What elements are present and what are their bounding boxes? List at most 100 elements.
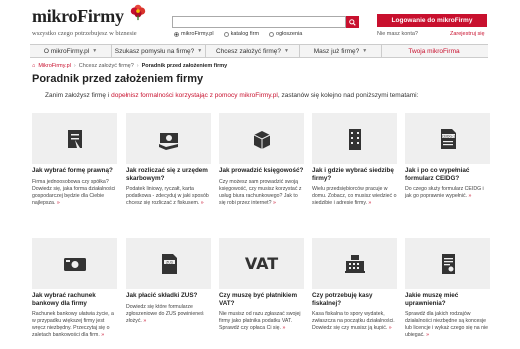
card-vat[interactable]: VAT Czy muszę być płatnikiem VAT? Nie mu… bbox=[219, 238, 304, 332]
card-title[interactable]: Jak płacić składki ZUS? bbox=[126, 292, 211, 300]
card-accounting[interactable]: Jak prowadzić księgowość? Czy możesz sam… bbox=[219, 113, 304, 207]
card-desc: Do czego służy formularz CEIDG i jak go … bbox=[405, 186, 490, 200]
nav-item-have-company[interactable]: Masz już firmę? ▼ bbox=[300, 45, 382, 57]
radio-ogloszenia[interactable]: ogłoszenia bbox=[269, 31, 302, 37]
nav-item-your-company[interactable]: Twoja mikroFirma bbox=[382, 45, 486, 57]
radio-label: katalog firm bbox=[230, 31, 260, 37]
nav-item-start-company[interactable]: Chcesz założyć firmę? ▼ bbox=[206, 45, 300, 57]
money-hand-icon bbox=[158, 132, 178, 150]
home-icon[interactable]: ⌂ bbox=[32, 63, 35, 69]
main-nav: O mikroFirmy.pl ▼ Szukasz pomysłu na firm… bbox=[30, 44, 488, 58]
card-title[interactable]: Jak i po co wypełniać formularz CEIDG? bbox=[405, 167, 490, 182]
card-tile bbox=[32, 113, 117, 164]
card-desc: Podatek liniowy, ryczałt, karta podatkow… bbox=[126, 186, 211, 207]
card-desc-text: Czy możesz sam prowadzić swoją księgowoś… bbox=[219, 178, 302, 206]
breadcrumb-home[interactable]: MikroFirmy.pl bbox=[38, 63, 71, 69]
card-desc-text: Dowiedz się które formularze zgłoszeniow… bbox=[126, 303, 204, 324]
card-tile bbox=[405, 238, 490, 289]
intro-part: Zanim założysz firmę i bbox=[45, 92, 112, 99]
card-tile bbox=[32, 238, 117, 289]
breadcrumb-mid[interactable]: Chcesz założyć firmę? bbox=[79, 63, 134, 69]
card-desc: Wielu przedsiębiorców pracuje w domu. Zo… bbox=[312, 186, 397, 207]
more-link[interactable]: » bbox=[57, 200, 60, 206]
chevron-down-icon: ▼ bbox=[362, 48, 368, 54]
card-title[interactable]: Czy potrzebuję kasy fiskalnej? bbox=[312, 292, 397, 307]
card-company-seat[interactable]: Jak i gdzie wybrać siedzibę firmy? Wielu… bbox=[312, 113, 397, 207]
card-licenses[interactable]: Jakie muszę mieć uprawnienia? Sprawdź dl… bbox=[405, 238, 490, 339]
card-desc-text: Do czego służy formularz CEIDG i jak go … bbox=[405, 186, 484, 199]
card-title[interactable]: Jak wybrać rachunek bankowy dla firmy bbox=[32, 292, 117, 307]
nav-label: O mikroFirmy.pl bbox=[43, 47, 90, 55]
chevron-down-icon: ▼ bbox=[284, 48, 289, 54]
register-link[interactable]: Zarejestruj się bbox=[450, 31, 485, 37]
radio-katalog[interactable]: katalog firm bbox=[223, 31, 260, 37]
card-desc: Sprawdź dla jakich rodzajów działalności… bbox=[405, 311, 490, 339]
license-doc-icon bbox=[441, 253, 455, 274]
card-tile bbox=[126, 113, 211, 164]
search-input[interactable] bbox=[172, 16, 346, 28]
cash-register-icon bbox=[344, 254, 365, 273]
nav-item-about[interactable]: O mikroFirmy.pl ▼ bbox=[30, 45, 112, 57]
card-desc: Kasa fiskalna to spory wydatek, zwłaszcz… bbox=[312, 311, 397, 332]
logo-text: mikroFirmy bbox=[32, 6, 124, 26]
radio-mikrofirmy[interactable]: mikroFirmy.pl bbox=[174, 31, 214, 37]
nav-item-ideas[interactable]: Szukasz pomysłu na firmę? ▼ bbox=[112, 45, 206, 57]
tagline: wszystko czego potrzebujesz w biznesie bbox=[32, 30, 137, 37]
intro-part: , zastanów się kolejno nad poniższymi te… bbox=[277, 92, 419, 99]
card-tile bbox=[312, 113, 397, 164]
card-title[interactable]: Jak rozliczać się z urzędem skarbowym? bbox=[126, 167, 211, 182]
card-tile bbox=[219, 113, 304, 164]
more-link[interactable]: » bbox=[426, 332, 429, 338]
more-link[interactable]: » bbox=[201, 200, 204, 206]
intro-link[interactable]: dopełnisz formalności korzystając z pomo… bbox=[111, 92, 278, 99]
card-legal-form[interactable]: Jak wybrać formę prawną? Firma jednoosob… bbox=[32, 113, 117, 207]
card-title[interactable]: Jak prowadzić księgowość? bbox=[219, 167, 304, 175]
nav-label: Masz już firmę? bbox=[313, 47, 360, 55]
breadcrumb: ⌂ MikroFirmy.pl › Chcesz założyć firmę? … bbox=[32, 63, 227, 69]
svg-text:CEIDG-1: CEIDG-1 bbox=[441, 134, 454, 138]
card-title[interactable]: Jak wybrać formę prawną? bbox=[32, 167, 117, 175]
breadcrumb-separator: › bbox=[136, 63, 139, 69]
radio-dot-icon bbox=[174, 31, 179, 37]
card-title[interactable]: Jakie muszę mieć uprawnienia? bbox=[405, 292, 490, 307]
page-title: Poradnik przed założeniem firmy bbox=[32, 73, 204, 85]
logo[interactable]: mikroFirmy bbox=[32, 4, 146, 27]
card-desc: Nie musisz od razu zgłaszać swojej firmy… bbox=[219, 311, 304, 332]
login-button[interactable]: Logowanie do mikroFirmy bbox=[377, 14, 487, 27]
breadcrumb-separator: › bbox=[73, 63, 76, 69]
more-link[interactable]: » bbox=[101, 332, 104, 338]
card-bank-account[interactable]: Jak wybrać rachunek bankowy dla firmy Ra… bbox=[32, 238, 117, 339]
card-cash-register[interactable]: Czy potrzebuję kasy fiskalnej? Kasa fisk… bbox=[312, 238, 397, 332]
radio-dot-icon bbox=[269, 31, 275, 37]
card-desc: Czy możesz sam prowadzić swoją księgowoś… bbox=[219, 179, 304, 207]
chevron-down-icon: ▼ bbox=[92, 48, 98, 54]
flower-logo-icon bbox=[130, 4, 146, 21]
card-title[interactable]: Czy muszę być płatnikiem VAT? bbox=[219, 292, 304, 307]
card-title[interactable]: Jak i gdzie wybrać siedzibę firmy? bbox=[312, 167, 397, 182]
vat-icon: VAT bbox=[244, 254, 279, 273]
more-link[interactable]: » bbox=[282, 325, 285, 331]
card-desc-text: Nie musisz od razu zgłaszać swojej firmy… bbox=[219, 311, 301, 331]
zus-form-icon: ZUS bbox=[161, 253, 177, 274]
search-button[interactable] bbox=[346, 16, 359, 28]
card-desc-text: Kasa fiskalna to spory wydatek, zwłaszcz… bbox=[312, 311, 395, 331]
no-account-link[interactable]: Nie masz konta? bbox=[377, 31, 418, 37]
card-tax-office[interactable]: Jak rozliczać się z urzędem skarbowym? P… bbox=[126, 113, 211, 207]
radio-dot-icon bbox=[223, 31, 229, 37]
building-icon bbox=[348, 128, 361, 150]
more-link[interactable]: » bbox=[368, 200, 371, 206]
bank-card-icon bbox=[63, 257, 86, 271]
card-zus[interactable]: ZUS Jak płacić składki ZUS? Dowiedz się … bbox=[126, 238, 211, 325]
search-scope-radios: mikroFirmy.pl katalog firm ogłoszenia bbox=[174, 31, 302, 37]
more-link[interactable]: » bbox=[143, 318, 146, 324]
search-icon bbox=[349, 18, 356, 26]
card-tile: VAT bbox=[219, 238, 304, 289]
card-ceidg[interactable]: CEIDG-1 Jak i po co wypełniać formularz … bbox=[405, 113, 490, 200]
tax-form-icon bbox=[67, 129, 82, 148]
box-icon bbox=[253, 130, 270, 149]
more-link[interactable]: » bbox=[273, 200, 276, 206]
radio-label: ogłoszenia bbox=[276, 31, 303, 37]
more-link[interactable]: » bbox=[468, 193, 471, 199]
more-link[interactable]: » bbox=[389, 325, 392, 331]
card-desc: Dowiedz się które formularze zgłoszeniow… bbox=[126, 304, 211, 325]
